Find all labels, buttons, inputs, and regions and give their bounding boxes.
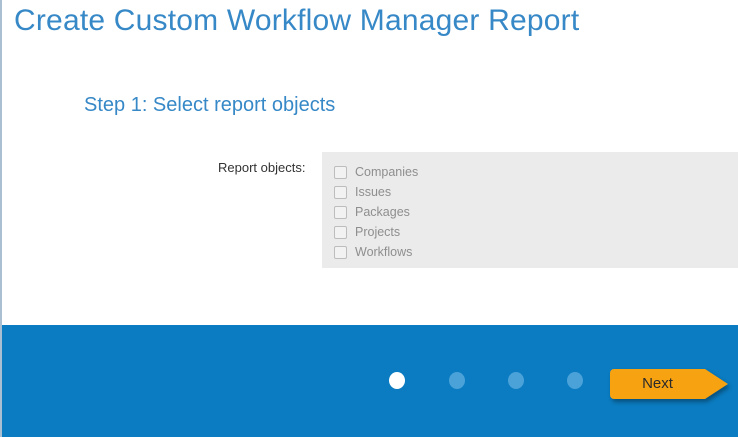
report-objects-label: Report objects: — [218, 160, 305, 175]
step-indicator-dot-1-active — [389, 372, 405, 389]
step-indicator-dot-2 — [449, 372, 465, 389]
report-object-option-packages[interactable]: Packages — [334, 202, 738, 222]
step-indicator-dot-3 — [508, 372, 524, 389]
option-label: Issues — [355, 185, 391, 199]
next-button-arrow-icon — [705, 369, 728, 399]
step-heading: Step 1: Select report objects — [84, 94, 335, 117]
page-title: Create Custom Workflow Manager Report — [14, 4, 579, 38]
option-label: Workflows — [355, 245, 412, 259]
checkbox-workflows[interactable] — [334, 246, 347, 259]
report-object-option-companies[interactable]: Companies — [334, 162, 738, 182]
report-object-option-projects[interactable]: Projects — [334, 222, 738, 242]
report-objects-list: Companies Issues Packages Projects Workf… — [322, 152, 738, 268]
checkbox-companies[interactable] — [334, 166, 347, 179]
wizard-footer: Next — [2, 325, 738, 437]
wizard-window: Create Custom Workflow Manager Report St… — [0, 0, 738, 437]
checkbox-packages[interactable] — [334, 206, 347, 219]
step-indicator-dot-4 — [567, 372, 583, 389]
checkbox-issues[interactable] — [334, 186, 347, 199]
option-label: Packages — [355, 205, 410, 219]
checkbox-projects[interactable] — [334, 226, 347, 239]
report-object-option-issues[interactable]: Issues — [334, 182, 738, 202]
option-label: Projects — [355, 225, 400, 239]
next-button-label[interactable]: Next — [610, 369, 705, 399]
option-label: Companies — [355, 165, 418, 179]
report-object-option-workflows[interactable]: Workflows — [334, 242, 738, 262]
